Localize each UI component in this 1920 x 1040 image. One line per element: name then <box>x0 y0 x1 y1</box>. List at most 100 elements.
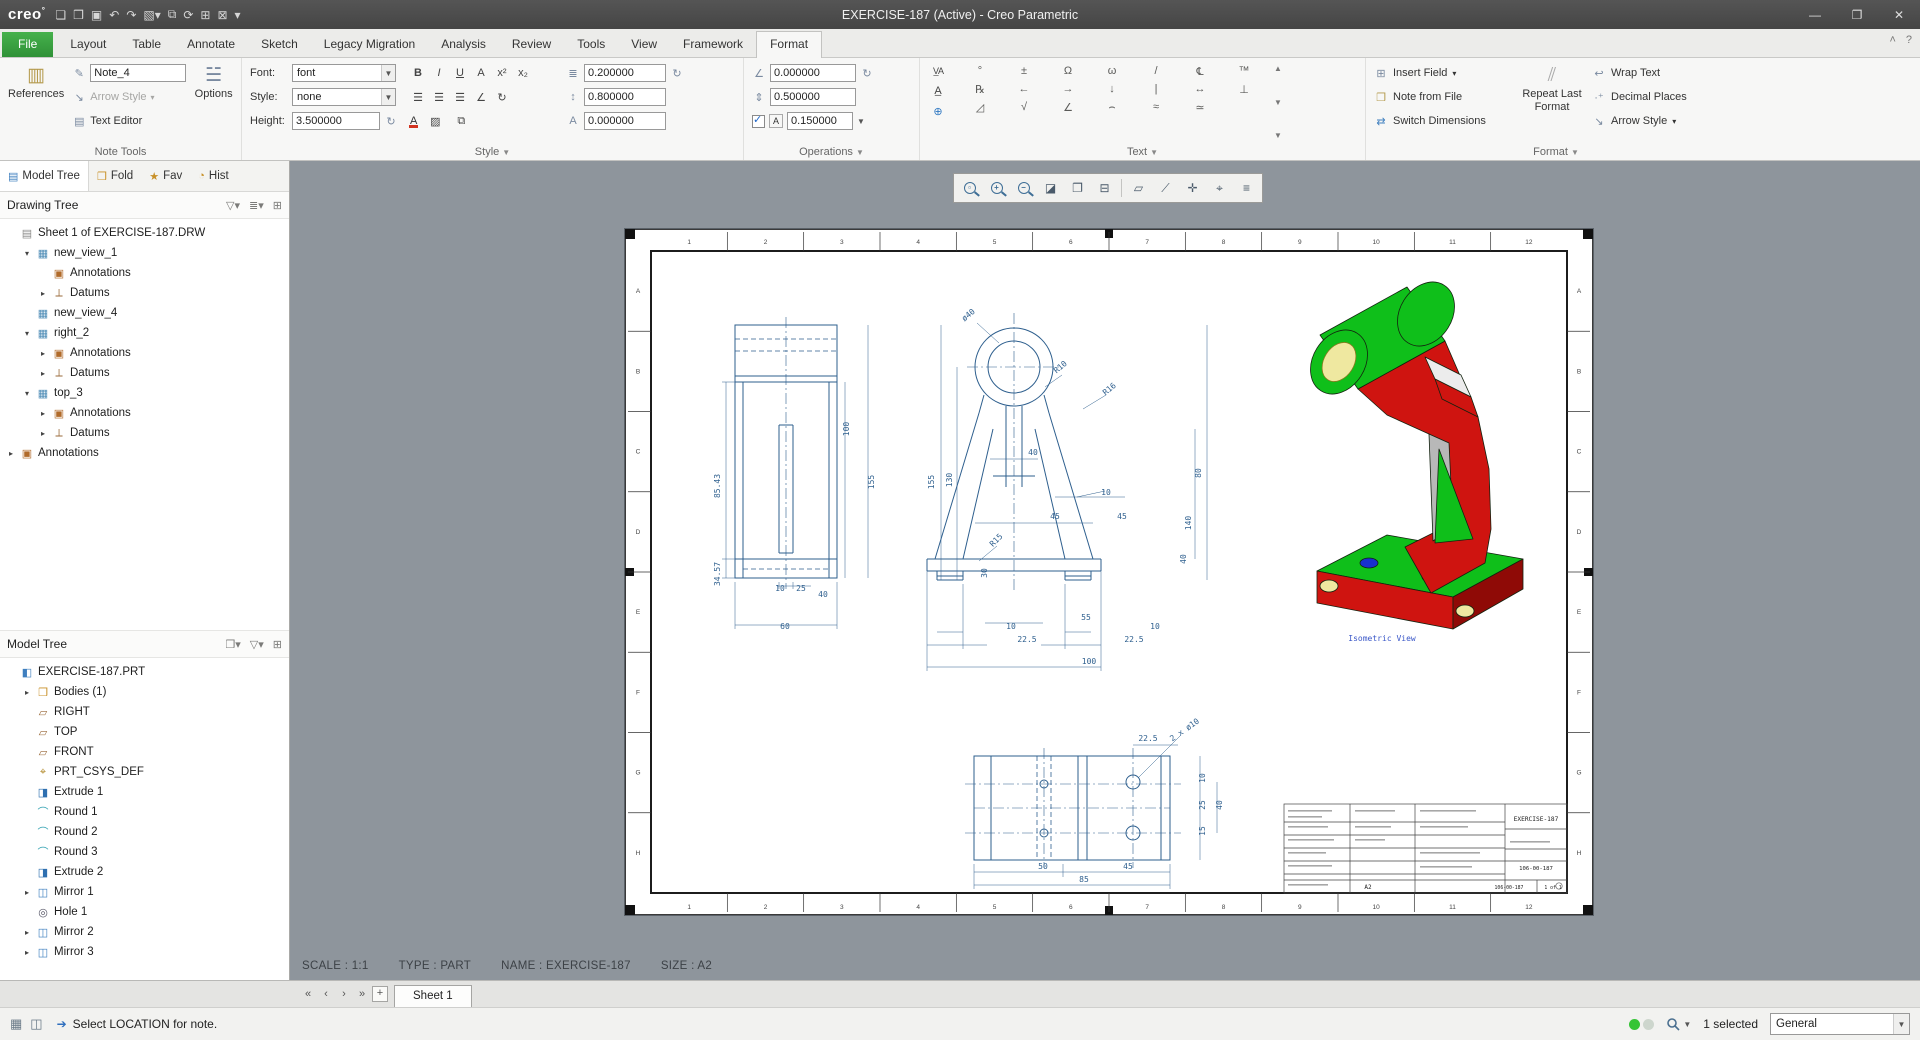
graphics-area[interactable]: ▫ + − ◪ ❐ ⊟ ▱ ⟋ ✛ ⌖ ≡ 1 1 2 2 3 3 4 4 5 5 6 6 7 7 8 8 9 9 10 10 11 11 12… <box>290 161 1920 980</box>
dimension-text[interactable]: 55 <box>1081 613 1091 622</box>
text-height-input[interactable] <box>292 112 380 130</box>
symbol-button-r0c1[interactable]: ± <box>1002 62 1046 80</box>
note-from-file-button[interactable]: ❒ Note from File <box>1374 86 1512 108</box>
zoom-in-button[interactable]: + <box>984 176 1009 200</box>
selection-filter-combo[interactable]: General ▼ <box>1770 1013 1910 1035</box>
dimension-text[interactable]: 25 <box>1198 800 1207 810</box>
group-label-format[interactable]: Format ▼ <box>1366 146 1746 158</box>
tree-item-datums[interactable]: ▸ ⟂ Datums <box>0 363 289 383</box>
ribbon-tab-sketch[interactable]: Sketch <box>248 32 311 57</box>
previous-sheet-icon[interactable]: ‹ <box>318 988 334 1000</box>
expand-arrow-icon[interactable]: ▸ <box>22 928 32 937</box>
dimension-text[interactable]: 50 <box>1038 862 1048 871</box>
expand-arrow-icon[interactable]: ▸ <box>38 429 48 438</box>
navigator-tab-hist[interactable]: ◔ Hist <box>190 161 236 191</box>
char-style-x-button[interactable]: x² <box>492 64 512 82</box>
font-combo[interactable]: font ▼ <box>292 64 396 82</box>
text-baseline-icon[interactable]: A̲ <box>928 82 948 100</box>
datum-axes-display-button[interactable]: ⟋ <box>1153 176 1178 200</box>
redo-icon[interactable]: ↷ <box>126 8 136 22</box>
view-note-text[interactable]: Isometric View <box>1348 634 1416 643</box>
expand-arrow-icon[interactable]: ▸ <box>38 369 48 378</box>
tree-item-annotations[interactable]: ▸ ▣ Annotations <box>0 443 289 463</box>
tree-item-right-2[interactable]: ▾ ▦ right_2 <box>0 323 289 343</box>
repeat-last-format-button[interactable]: ⫽ Repeat Last Format <box>1520 62 1584 142</box>
zoom-region-button[interactable]: ▫ <box>957 176 982 200</box>
decimal-places-button[interactable]: ·⁺ Decimal Places <box>1592 86 1712 108</box>
expand-arrow-icon[interactable]: ▸ <box>22 948 32 957</box>
tree-item-round-2[interactable]: ⌒ Round 2 <box>0 822 289 842</box>
symbol-button-r1c3[interactable]: ↓ <box>1090 80 1134 98</box>
symbols-expand-icon[interactable]: ▼ <box>1274 131 1282 140</box>
chevron-down-icon[interactable]: ▼ <box>857 117 865 126</box>
minimize-button[interactable]: — <box>1794 0 1836 29</box>
symbol-button-r2c6[interactable] <box>1222 98 1266 116</box>
ribbon-tab-tools[interactable]: Tools <box>564 32 618 57</box>
ribbon-tab-format[interactable]: Format <box>756 31 823 58</box>
copy-special-icon[interactable]: ⧉ <box>168 7 177 22</box>
kerning-input[interactable] <box>584 112 666 130</box>
symbols-scroll-down-icon[interactable]: ▼ <box>1274 98 1282 107</box>
datum-csys-display-button[interactable]: ⌖ <box>1207 176 1232 200</box>
slant-angle-input[interactable] <box>770 64 856 82</box>
drawing-sheet[interactable]: 1 1 2 2 3 3 4 4 5 5 6 6 7 7 8 8 9 9 10 10 11 11 12 12 A A B B C C D D E E… <box>625 229 1593 915</box>
tree-item-exercise-187-prt[interactable]: ◧ EXERCISE-187.PRT <box>0 662 289 682</box>
expand-arrow-icon[interactable]: ▸ <box>38 409 48 418</box>
align-right-icon[interactable]: ☰ <box>450 88 470 106</box>
line-extend-input[interactable] <box>584 88 666 106</box>
symbol-globe-icon[interactable]: ⊕ <box>928 102 948 120</box>
copy-style-button[interactable]: ⧉ <box>451 112 471 130</box>
tree-item-annotations[interactable]: ▸ ▣ Annotations <box>0 343 289 363</box>
new-document-icon[interactable]: ❏ <box>55 8 66 22</box>
symbol-button-r1c4[interactable]: | <box>1134 80 1178 98</box>
collapse-ribbon-icon[interactable]: ˄ <box>1889 34 1895 46</box>
thickness-checkbox[interactable] <box>752 113 765 128</box>
customize-quick-access-icon[interactable]: ▾ <box>235 8 241 22</box>
symbol-button-r0c6[interactable]: ™ <box>1222 62 1266 80</box>
ribbon-tab-legacy-migration[interactable]: Legacy Migration <box>311 32 428 57</box>
tree-item-mirror-3[interactable]: ▸ ◫ Mirror 3 <box>0 942 289 962</box>
format-arrow-style-button[interactable]: ↘ Arrow Style ▾ <box>1592 110 1712 132</box>
tree-item-right[interactable]: ▱ RIGHT <box>0 702 289 722</box>
expand-arrow-icon[interactable]: ▸ <box>22 688 32 697</box>
tree-settings-icon[interactable]: ⊞ <box>273 199 282 212</box>
text-background-button[interactable]: ▨ <box>425 112 445 130</box>
symbols-scroll-up-icon[interactable]: ▲ <box>1274 64 1282 73</box>
wrap-text-button[interactable]: ↩ Wrap Text <box>1592 62 1712 84</box>
dimension-text[interactable]: 22.5 <box>1017 635 1036 644</box>
symbol-button-r0c4[interactable]: / <box>1134 62 1178 80</box>
undo-icon[interactable]: ↶ <box>109 8 119 22</box>
expand-arrow-icon[interactable]: ▸ <box>6 449 16 458</box>
char-style-i-button[interactable]: I <box>429 64 449 82</box>
symbol-button-r2c1[interactable]: √ <box>1002 98 1046 116</box>
expand-arrow-icon[interactable]: ▸ <box>38 289 48 298</box>
datum-points-display-button[interactable]: ✛ <box>1180 176 1205 200</box>
tree-filter-icon[interactable]: ▽▾ <box>226 199 240 212</box>
symbol-button-r2c5[interactable]: ≃ <box>1178 98 1222 116</box>
shade-view-button[interactable]: ❐ <box>1065 176 1090 200</box>
select-mode-dropdown-icon[interactable]: ▧▾ <box>143 8 160 22</box>
next-sheet-icon[interactable]: › <box>336 988 352 1000</box>
dimension-text[interactable]: 10 <box>1006 622 1016 631</box>
reset-spacing-icon[interactable]: ↻ <box>670 67 684 80</box>
group-label-text[interactable]: Text ▼ <box>920 146 1365 158</box>
ribbon-tab-layout[interactable]: Layout <box>57 32 119 57</box>
dimension-text[interactable]: 155 <box>927 475 936 490</box>
dimension-text[interactable]: 10 <box>1198 773 1207 783</box>
thickness-input[interactable] <box>787 112 853 130</box>
tree-item-front[interactable]: ▱ FRONT <box>0 742 289 762</box>
symbol-button-r2c0[interactable]: ◿ <box>958 98 1002 116</box>
dimension-text[interactable]: 40 <box>818 590 828 599</box>
ribbon-tab-annotate[interactable]: Annotate <box>174 32 248 57</box>
ribbon-tab-analysis[interactable]: Analysis <box>428 32 499 57</box>
symbol-button-r2c3[interactable]: ⌢ <box>1090 98 1134 116</box>
tree-item-sheet-1-of-exercise-187-drw[interactable]: ▤ Sheet 1 of EXERCISE-187.DRW <box>0 223 289 243</box>
tree-item-datums[interactable]: ▸ ⟂ Datums <box>0 283 289 303</box>
options-button[interactable]: ☱ Options <box>194 62 233 142</box>
text-rotate-icon[interactable]: ↻ <box>492 88 512 106</box>
dimension-text[interactable]: 40 <box>1028 448 1038 457</box>
arrow-style-button[interactable]: ↘ Arrow Style ▾ <box>72 86 186 108</box>
align-left-icon[interactable]: ☰ <box>408 88 428 106</box>
symbol-button-r0c2[interactable]: Ω <box>1046 62 1090 80</box>
text-color-button[interactable]: A <box>408 115 419 128</box>
